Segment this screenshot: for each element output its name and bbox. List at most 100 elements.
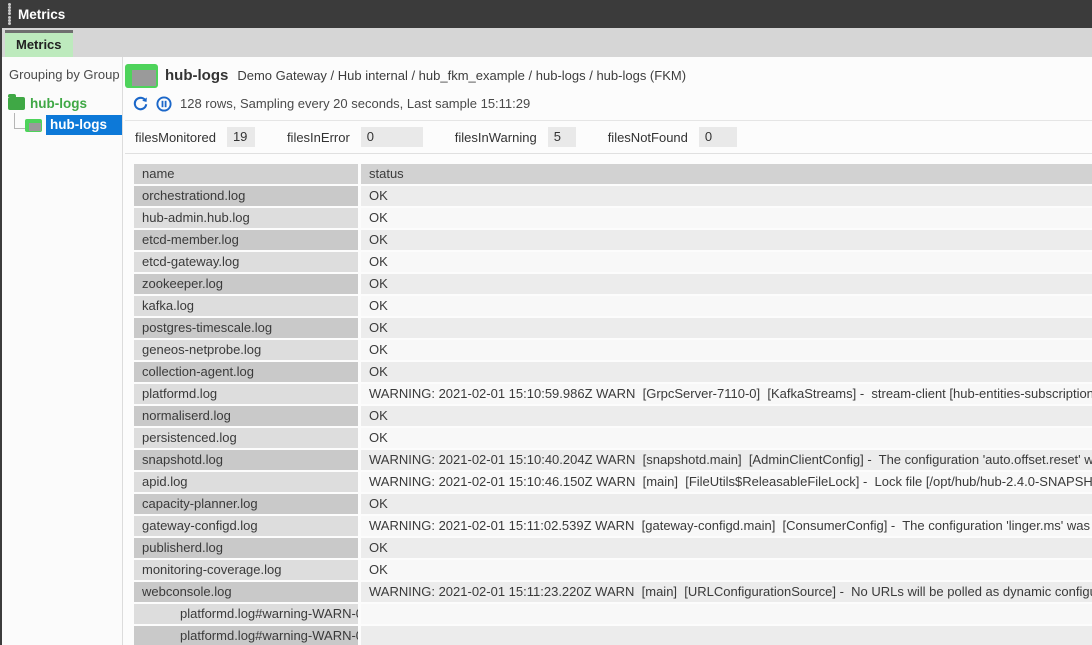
table-row[interactable]: geneos-netprobe.logOK — [134, 340, 1092, 360]
cell-status[interactable]: OK — [361, 538, 1092, 558]
dataview-icon — [125, 64, 158, 88]
headline-filesInWarning: filesInWarning 5 — [455, 127, 576, 147]
cell-status[interactable] — [361, 604, 1092, 624]
drag-grip-icon[interactable] — [4, 3, 14, 25]
table-row[interactable]: normaliserd.logOK — [134, 406, 1092, 426]
table-row[interactable]: platformd.log#warning-WARN-00000 — [134, 604, 1092, 624]
headline-bar: filesMonitored19filesInError0filesInWarn… — [125, 121, 1092, 155]
headline-filesNotFound: filesNotFound 0 — [608, 127, 737, 147]
table-row[interactable]: platformd.logWARNING: 2021-02-01 15:10:5… — [134, 384, 1092, 404]
tree-item-label[interactable]: hub-logs — [46, 115, 122, 135]
headline-value: 0 — [699, 127, 737, 147]
table-header-row: name status — [134, 164, 1092, 184]
cell-name[interactable]: platformd.log — [134, 384, 358, 404]
cell-name[interactable]: gateway-configd.log — [134, 516, 358, 536]
pause-icon[interactable] — [156, 96, 172, 112]
cell-name[interactable]: zookeeper.log — [134, 274, 358, 294]
cell-name[interactable]: snapshotd.log — [134, 450, 358, 470]
cell-status[interactable]: WARNING: 2021-02-01 15:10:40.204Z WARN [… — [361, 450, 1092, 470]
cell-status[interactable]: OK — [361, 296, 1092, 316]
cell-status[interactable]: OK — [361, 406, 1092, 426]
cell-status[interactable]: OK — [361, 340, 1092, 360]
cell-status[interactable]: OK — [361, 274, 1092, 294]
cell-status[interactable]: OK — [361, 560, 1092, 580]
table-row[interactable]: kafka.logOK — [134, 296, 1092, 316]
headline-label: filesMonitored — [135, 130, 216, 145]
cell-name[interactable]: postgres-timescale.log — [134, 318, 358, 338]
table-row[interactable]: postgres-timescale.logOK — [134, 318, 1092, 338]
column-header-name[interactable]: name — [134, 164, 358, 184]
cell-name[interactable]: etcd-member.log — [134, 230, 358, 250]
table-row[interactable]: snapshotd.logWARNING: 2021-02-01 15:10:4… — [134, 450, 1092, 470]
tree-item-hub-logs-0[interactable]: hub-logs — [2, 92, 122, 114]
tree-connector — [14, 113, 25, 129]
headline-filesMonitored: filesMonitored 19 — [135, 127, 255, 147]
cell-name[interactable]: orchestrationd.log — [134, 186, 358, 206]
headline-label: filesInWarning — [455, 130, 537, 145]
cell-name[interactable]: capacity-planner.log — [134, 494, 358, 514]
table-row[interactable]: zookeeper.logOK — [134, 274, 1092, 294]
cell-status[interactable]: OK — [361, 186, 1092, 206]
table-row[interactable]: orchestrationd.logOK — [134, 186, 1092, 206]
cell-status[interactable]: WARNING: 2021-02-01 15:11:02.539Z WARN [… — [361, 516, 1092, 536]
table-row[interactable]: platformd.log#warning-WARN-00001 — [134, 626, 1092, 645]
cell-name[interactable]: publisherd.log — [134, 538, 358, 558]
table-row[interactable]: capacity-planner.logOK — [134, 494, 1092, 514]
table-row[interactable]: publisherd.logOK — [134, 538, 1092, 558]
column-header-status[interactable]: status — [361, 164, 1092, 184]
tab-strip: Metrics — [2, 28, 1092, 57]
table-row[interactable]: apid.logWARNING: 2021-02-01 15:10:46.150… — [134, 472, 1092, 492]
sampling-info: 128 rows, Sampling every 20 seconds, Las… — [180, 96, 530, 111]
table-row[interactable]: persistenced.logOK — [134, 428, 1092, 448]
cell-name[interactable]: collection-agent.log — [134, 362, 358, 382]
cell-status[interactable]: OK — [361, 230, 1092, 250]
cell-name[interactable]: geneos-netprobe.log — [134, 340, 358, 360]
table-row[interactable]: webconsole.logWARNING: 2021-02-01 15:11:… — [134, 582, 1092, 602]
table-row[interactable]: etcd-member.logOK — [134, 230, 1092, 250]
table-body: orchestrationd.logOKhub-admin.hub.logOKe… — [134, 186, 1092, 645]
cell-name[interactable]: hub-admin.hub.log — [134, 208, 358, 228]
cell-status[interactable]: OK — [361, 428, 1092, 448]
cell-status[interactable]: OK — [361, 318, 1092, 338]
tab-metrics[interactable]: Metrics — [5, 30, 73, 57]
cell-name[interactable]: kafka.log — [134, 296, 358, 316]
tree-item-label[interactable]: hub-logs — [30, 96, 87, 111]
table-row[interactable]: gateway-configd.logWARNING: 2021-02-01 1… — [134, 516, 1092, 536]
cell-name[interactable]: apid.log — [134, 472, 358, 492]
cell-name[interactable]: normaliserd.log — [134, 406, 358, 426]
breadcrumb: Demo Gateway / Hub internal / hub_fkm_ex… — [237, 68, 686, 83]
cell-name[interactable]: monitoring-coverage.log — [134, 560, 358, 580]
headline-value: 5 — [548, 127, 576, 147]
window-titlebar[interactable]: Metrics — [2, 0, 1092, 28]
tree-item-hub-logs-1[interactable]: hub-logs — [2, 114, 122, 136]
cell-name[interactable]: platformd.log#warning-WARN-00000 — [134, 604, 358, 624]
cell-name[interactable]: persistenced.log — [134, 428, 358, 448]
refresh-icon[interactable] — [132, 96, 148, 112]
cell-status[interactable]: WARNING: 2021-02-01 15:10:59.986Z WARN [… — [361, 384, 1092, 404]
dataview-panel: hub-logs Demo Gateway / Hub internal / h… — [123, 57, 1092, 645]
dataview-title: hub-logs — [165, 67, 228, 84]
cell-status[interactable]: OK — [361, 252, 1092, 272]
cell-status[interactable]: OK — [361, 494, 1092, 514]
table-row[interactable]: collection-agent.logOK — [134, 362, 1092, 382]
table-row[interactable]: etcd-gateway.logOK — [134, 252, 1092, 272]
cell-name[interactable]: webconsole.log — [134, 582, 358, 602]
table-row[interactable]: monitoring-coverage.logOK — [134, 560, 1092, 580]
grouping-sidebar: Grouping by Group hub-logs hub-logs — [2, 57, 123, 645]
cell-status[interactable]: OK — [361, 362, 1092, 382]
headline-filesInError: filesInError0 — [287, 127, 423, 147]
cell-status[interactable]: WARNING: 2021-02-01 15:11:23.220Z WARN [… — [361, 582, 1092, 602]
cell-status[interactable]: WARNING: 2021-02-01 15:10:46.150Z WARN [… — [361, 472, 1092, 492]
headline-label: filesNotFound — [608, 130, 688, 145]
metrics-window: Metrics Metrics Grouping by Group hub-lo… — [0, 0, 1092, 645]
table-row[interactable]: hub-admin.hub.logOK — [134, 208, 1092, 228]
window-title: Metrics — [18, 7, 65, 22]
cell-status[interactable] — [361, 626, 1092, 645]
group-tree: hub-logs hub-logs — [2, 92, 122, 136]
grouping-label: Grouping by Group — [2, 67, 122, 92]
cell-name[interactable]: platformd.log#warning-WARN-00001 — [134, 626, 358, 645]
cell-status[interactable]: OK — [361, 208, 1092, 228]
headline-value: 19 — [227, 127, 255, 147]
headline-label: filesInError — [287, 130, 350, 145]
cell-name[interactable]: etcd-gateway.log — [134, 252, 358, 272]
